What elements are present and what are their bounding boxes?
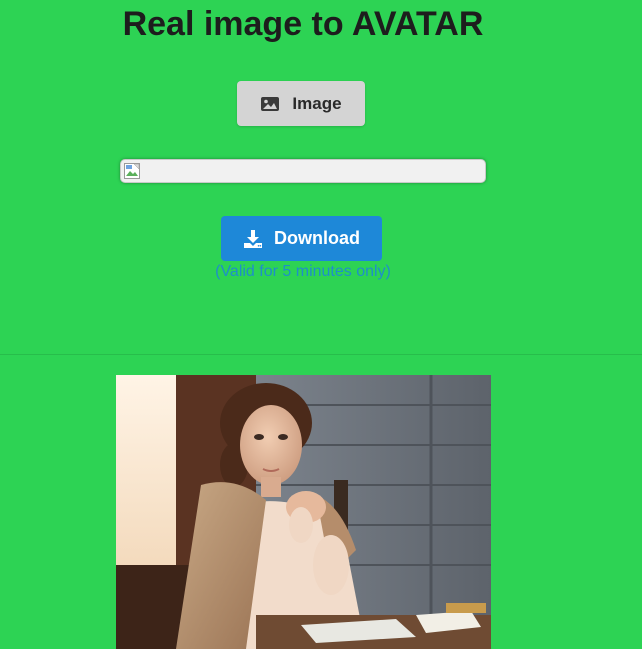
upload-image-button-label: Image: [292, 93, 342, 113]
broken-image-icon: [124, 163, 140, 179]
upload-image-button[interactable]: Image: [237, 81, 365, 126]
page-title: Real image to AVATAR: [122, 5, 484, 43]
section-divider: [0, 354, 642, 355]
uploaded-photo: [116, 375, 491, 649]
avatar-result-image: [120, 159, 486, 183]
download-icon: [243, 229, 263, 249]
image-icon: [260, 96, 280, 112]
download-button-label: Download: [274, 228, 360, 248]
download-button[interactable]: Download: [221, 216, 382, 261]
download-validity-note: (Valid for 5 minutes only): [215, 263, 391, 280]
page: Real image to AVATAR Image Download (Val…: [0, 0, 642, 649]
